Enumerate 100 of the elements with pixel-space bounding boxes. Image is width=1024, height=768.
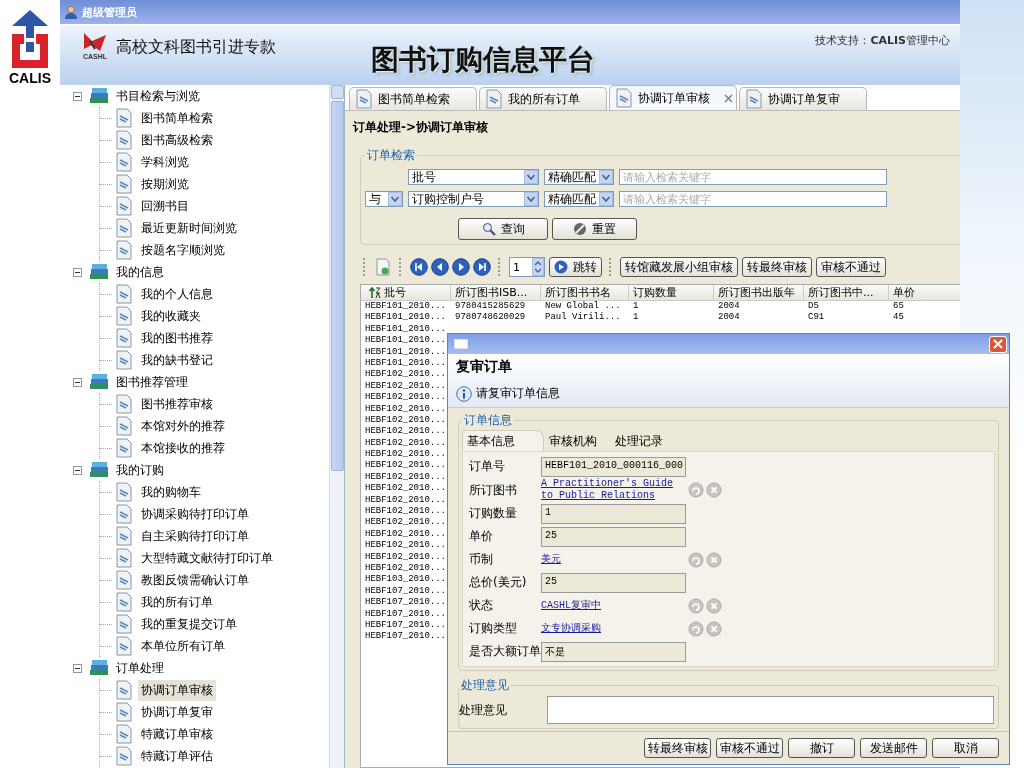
column-header[interactable]: 订购数量 (629, 285, 714, 300)
tree-item[interactable]: 图书推荐审核 (138, 393, 216, 415)
export-icon[interactable] (374, 258, 392, 276)
tree-item[interactable]: 最近更新时间浏览 (138, 217, 240, 239)
field-label: 币制 (469, 551, 494, 568)
books-icon (88, 372, 110, 392)
search-button[interactable]: 查询 (458, 218, 548, 240)
reset-button[interactable]: 重置 (552, 218, 637, 240)
link[interactable]: 美元 (541, 553, 681, 566)
collapse-icon[interactable] (73, 377, 82, 387)
first-page-icon[interactable] (410, 258, 428, 276)
dropdown[interactable]: 精确匹配 (544, 169, 614, 185)
page-spinner[interactable]: 1 (509, 257, 545, 277)
table-cell-text: HEBF103_2010... (364, 574, 447, 586)
tab[interactable]: 图书简单检索 (349, 87, 477, 110)
dialog-button[interactable]: 审核不通过 (716, 738, 783, 758)
table-cell-text: HEBF102_2010... (364, 540, 447, 552)
tree-item[interactable]: 教图反馈需确认订单 (138, 569, 252, 591)
document-icon (744, 89, 764, 109)
tab[interactable]: 协调订单复审 (739, 87, 867, 110)
tab[interactable]: 我的所有订单 (479, 87, 607, 110)
tree-item[interactable]: 特藏订单审核 (138, 723, 216, 745)
tree-item[interactable]: 本馆接收的推荐 (138, 437, 228, 459)
comment-field[interactable] (547, 696, 994, 724)
column-header[interactable]: 所订图书中... (804, 285, 889, 300)
dropdown[interactable]: 与 (365, 191, 403, 207)
action-button[interactable]: 审核不通过 (816, 257, 886, 277)
action-button[interactable]: 转馆藏发展小组审核 (620, 257, 738, 277)
tree-item[interactable]: 我的缺书登记 (138, 349, 216, 371)
dialog-button[interactable]: 转最终审核 (644, 738, 711, 758)
dialog-button[interactable]: 取消 (932, 738, 999, 758)
books-icon (88, 262, 110, 282)
previous-page-icon[interactable] (431, 258, 449, 276)
tree-item[interactable]: 协调采购待打印订单 (138, 503, 252, 525)
scrollbar[interactable] (329, 85, 344, 768)
tab[interactable]: 审核机构 (544, 430, 610, 451)
field-label: 处理意见 (459, 701, 508, 719)
tree-item[interactable]: 协调订单审核 (138, 679, 216, 701)
column-header[interactable]: 所订图书出版年 (714, 285, 804, 300)
tree-item[interactable]: 图书简单检索 (138, 107, 216, 129)
collapse-icon[interactable] (73, 267, 82, 277)
caret-icon (388, 192, 402, 206)
next-page-icon[interactable] (452, 258, 470, 276)
table-cell-text: HEBF102_2010... (364, 528, 447, 541)
tree-item[interactable]: 协调订单复审 (138, 701, 216, 723)
jump-button[interactable]: 跳转 (549, 257, 602, 277)
collapse-icon[interactable] (73, 663, 82, 673)
tree-item[interactable]: 图书高级检索 (138, 129, 216, 151)
column-header[interactable]: 所订图书书名 (541, 285, 629, 300)
tree-item[interactable]: 我的购物车 (138, 481, 204, 503)
close-button[interactable] (989, 335, 1007, 353)
collapse-icon[interactable] (73, 465, 82, 475)
link[interactable]: 文专协调采购 (541, 622, 681, 635)
tree-item[interactable]: 我的图书推荐 (138, 327, 216, 349)
dropdown[interactable]: 精确匹配 (544, 191, 614, 207)
tab[interactable]: 处理记录 (610, 430, 676, 451)
field-label: 所订图书 (469, 481, 518, 499)
tree-item[interactable]: 按题名字顺浏览 (138, 239, 228, 261)
dialog-button[interactable]: 撤订 (788, 738, 855, 758)
spinner-arrows-icon[interactable] (532, 258, 544, 276)
dropdown[interactable]: 批号 (408, 169, 539, 185)
column-header[interactable]: 所订图书ISB... (451, 285, 541, 300)
dropdown[interactable]: 订购控制户号 (408, 191, 539, 207)
circle-x-icon[interactable] (706, 482, 722, 498)
tree-group-label[interactable]: 我的信息 (113, 261, 167, 283)
tab[interactable]: 基本信息 (462, 430, 544, 451)
tree-item[interactable]: 本单位所有订单 (138, 635, 228, 657)
tree-item[interactable]: 我的个人信息 (138, 283, 216, 305)
table-cell-text: HEBF101_2010... (364, 323, 447, 336)
tree-item[interactable]: 我的收藏夹 (138, 305, 204, 327)
tab[interactable]: 协调订单审核 (609, 85, 737, 110)
close-icon[interactable] (724, 93, 733, 103)
tree-group-label[interactable]: 订单处理 (113, 657, 167, 679)
tree-item[interactable]: 自主采购待打印订单 (138, 525, 252, 547)
search-field[interactable]: 请输入检索关键字 (619, 169, 887, 185)
table-cell-text: 9780748620029 (454, 312, 527, 324)
tree-group-label[interactable]: 图书推荐管理 (113, 371, 191, 393)
column-header[interactable]: 批号 (361, 285, 451, 300)
tree-item[interactable]: 本馆对外的推荐 (138, 415, 228, 437)
action-button[interactable]: 转最终审核 (742, 257, 812, 277)
tree-item[interactable]: 回溯书目 (138, 195, 192, 217)
search-field[interactable]: 请输入检索关键字 (619, 191, 887, 207)
link[interactable]: A Practitioner's Guide to Public Relations (541, 478, 681, 502)
tree-group-label[interactable]: 我的订购 (113, 459, 167, 481)
dialog-button[interactable]: 发送邮件 (860, 738, 927, 758)
tree-group-label[interactable]: 书目检索与浏览 (113, 85, 203, 107)
collapse-icon[interactable] (73, 91, 82, 101)
tree-item[interactable]: 我的所有订单 (138, 591, 216, 613)
user-icon (64, 5, 78, 19)
tree-item[interactable]: 按期浏览 (138, 173, 192, 195)
link[interactable]: CASHL复审中 (541, 599, 681, 612)
tree-item[interactable]: 大型特藏文献待打印订单 (138, 547, 276, 569)
tree-item[interactable]: 特藏订单评估 (138, 745, 216, 767)
tree-item[interactable]: 学科浏览 (138, 151, 192, 173)
last-page-icon[interactable] (473, 258, 491, 276)
search-icon (481, 222, 496, 236)
tree-item[interactable]: 我的重复提交订单 (138, 613, 240, 635)
document-icon (114, 680, 134, 700)
table-cell-text: HEBF102_2010... (364, 471, 447, 484)
sort-icon[interactable] (369, 286, 381, 299)
